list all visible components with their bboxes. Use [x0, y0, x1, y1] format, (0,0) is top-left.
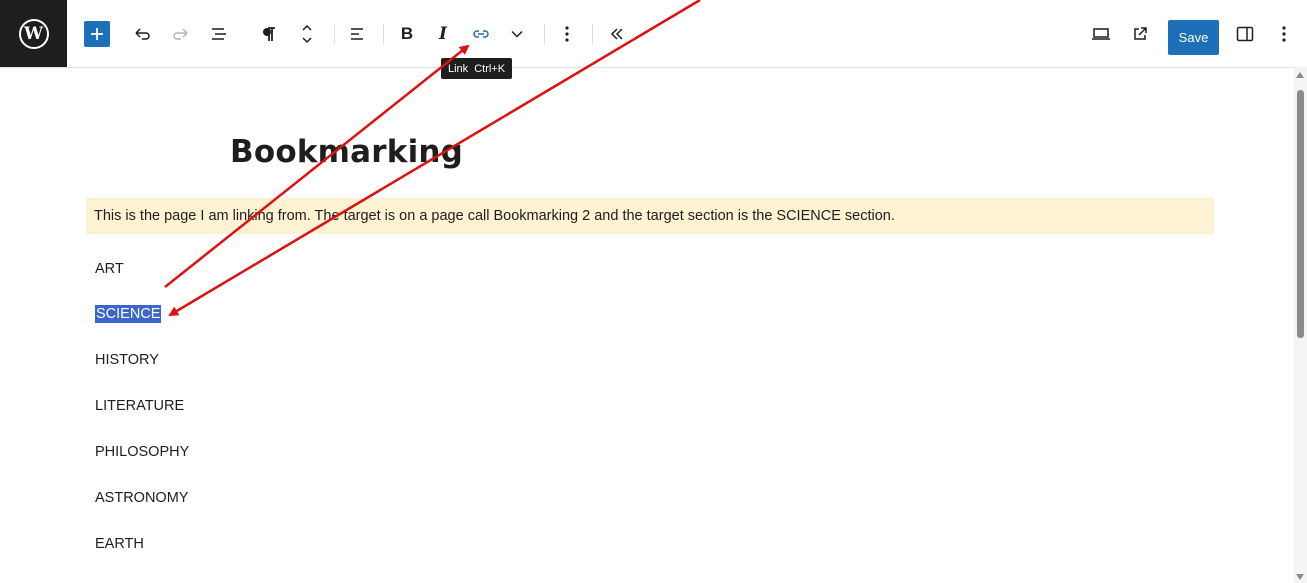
item-label-selected: SCIENCE: [95, 305, 162, 323]
item-label: PHILOSOPHY: [95, 444, 190, 460]
add-block-button[interactable]: [84, 21, 110, 47]
item-label: EARTH: [95, 536, 144, 552]
item-label: HISTORY: [95, 352, 159, 368]
list-view-icon: [212, 28, 226, 40]
sidebar-icon: [1236, 26, 1254, 42]
list-item-science[interactable]: SCIENCE: [95, 305, 162, 323]
wordpress-logo-glyph: W: [18, 18, 49, 49]
scrollbar-thumb[interactable]: [1297, 90, 1304, 338]
settings-button[interactable]: [1234, 22, 1256, 46]
align-button[interactable]: [346, 22, 368, 46]
paragraph-block-button[interactable]: [259, 22, 279, 46]
annotation-overlay: [164, 0, 701, 317]
list-item-earth[interactable]: EARTH: [95, 536, 144, 552]
options-menu-button[interactable]: [1276, 22, 1292, 46]
bold-icon: B: [400, 24, 414, 43]
align-left-icon: [351, 28, 363, 40]
bold-button[interactable]: B: [397, 22, 417, 46]
vertical-ellipsis-icon: [1282, 26, 1286, 42]
list-item-astronomy[interactable]: ASTRONOMY: [95, 490, 188, 506]
more-formatting-button[interactable]: [507, 22, 527, 46]
page-title[interactable]: Bookmarking: [230, 134, 463, 170]
list-item-history[interactable]: HISTORY: [95, 352, 159, 368]
save-button[interactable]: Save: [1168, 20, 1219, 55]
toolbar-separator: [383, 24, 384, 44]
collapse-toolbar-button[interactable]: [606, 22, 628, 46]
link-button[interactable]: [470, 22, 492, 46]
editor-toolbar: W B I Save: [0, 0, 1307, 68]
plus-icon: [91, 28, 103, 40]
toolbar-separator: [592, 24, 593, 44]
chevron-double-left-icon: [610, 28, 623, 40]
undo-icon: [135, 28, 150, 40]
desktop-icon: [1092, 28, 1110, 40]
external-link-icon: [1134, 27, 1147, 40]
move-up-down-button[interactable]: [297, 20, 317, 48]
preview-button[interactable]: [1089, 22, 1113, 46]
tooltip-label: Link: [448, 62, 469, 75]
item-label: ASTRONOMY: [95, 490, 189, 506]
italic-button[interactable]: I: [434, 22, 452, 46]
item-label: LITERATURE: [95, 398, 185, 414]
item-label: ART: [95, 261, 124, 277]
chevron-up-down-icon: [302, 24, 312, 44]
link-icon: [473, 30, 489, 38]
tooltip-shortcut: Ctrl+K: [474, 62, 506, 75]
toolbar-separator: [334, 24, 335, 44]
view-page-button[interactable]: [1128, 22, 1152, 46]
scroll-down-arrow-icon[interactable]: [1296, 574, 1304, 580]
link-tooltip: Link Ctrl+K: [441, 58, 513, 79]
italic-icon: I: [439, 24, 447, 44]
vertical-ellipsis-icon: [565, 26, 569, 42]
redo-icon: [173, 28, 188, 40]
scroll-up-arrow-icon[interactable]: [1296, 72, 1304, 78]
wordpress-logo-icon[interactable]: W: [0, 0, 67, 67]
list-item-literature[interactable]: LITERATURE: [95, 398, 184, 414]
redo-button[interactable]: [170, 22, 192, 46]
block-options-button[interactable]: [558, 22, 576, 46]
document-overview-button[interactable]: [207, 22, 231, 46]
list-item-philosophy[interactable]: PHILOSOPHY: [95, 444, 189, 460]
list-item-art[interactable]: ART: [95, 261, 124, 277]
undo-button[interactable]: [131, 22, 153, 46]
toolbar-separator: [544, 24, 545, 44]
paragraph-icon: [263, 27, 275, 41]
chevron-down-icon: [511, 30, 523, 38]
intro-paragraph[interactable]: This is the page I am linking from. The …: [86, 198, 1214, 234]
intro-text: This is the page I am linking from. The …: [94, 208, 895, 224]
